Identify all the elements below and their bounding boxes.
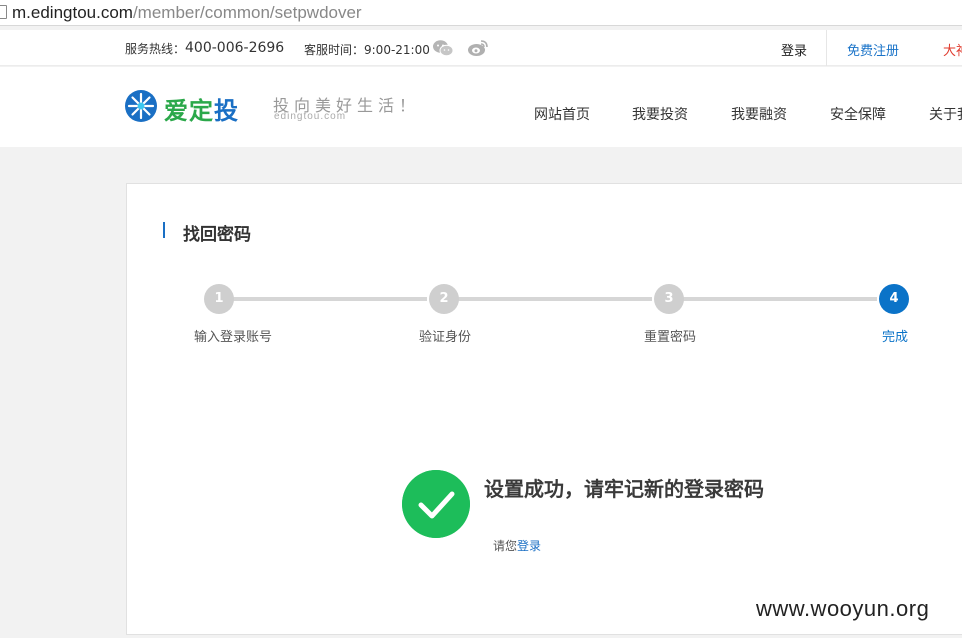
topbar-more-link[interactable]: 大神 <box>943 40 962 59</box>
step-connector <box>677 297 877 301</box>
site-header: 爱定投 投向美好生活！ edingtou.com 网站首页 我要投资 我要融资 … <box>0 67 962 147</box>
nav-home[interactable]: 网站首页 <box>534 104 590 124</box>
browser-url-bar[interactable]: m.edingtou.com/member/common/setpwdover <box>0 0 962 26</box>
service-hours: 客服时间：9:00-21:00 <box>304 43 430 57</box>
step-4-circle: 4 <box>879 284 909 314</box>
url-host: m.edingtou.com <box>12 3 133 22</box>
success-message: 设置成功，请牢记新的登录密码 <box>484 477 764 501</box>
wechat-icon[interactable] <box>432 39 454 57</box>
step-connector <box>452 297 652 301</box>
url-text[interactable]: m.edingtou.com/member/common/setpwdover <box>12 3 362 23</box>
nav-invest[interactable]: 我要投资 <box>632 104 688 124</box>
step-3-circle: 3 <box>654 284 684 314</box>
hotline-label: 服务热线： <box>125 42 186 56</box>
hotline-number: 400-006-2696 <box>185 40 285 56</box>
step-connector <box>227 297 427 301</box>
login-link[interactable]: 登录 <box>781 40 807 59</box>
url-path: /member/common/setpwdover <box>132 3 362 22</box>
page-title: 找回密码 <box>183 225 251 245</box>
weibo-icon[interactable] <box>467 39 489 57</box>
step-1-circle: 1 <box>204 284 234 314</box>
slogan-domain: edingtou.com <box>274 111 347 122</box>
logo-text-part1: 爱定 <box>164 97 214 125</box>
hotline: 服务热线：400-006-2696 <box>125 40 284 57</box>
step-3-label: 重置密码 <box>644 330 697 345</box>
nav-about[interactable]: 关于我们 <box>929 104 962 124</box>
nav-security[interactable]: 安全保障 <box>830 104 886 124</box>
login-hint-link[interactable]: 登录 <box>517 539 541 553</box>
login-hint-prefix: 请您 <box>493 539 518 553</box>
step-2-circle: 2 <box>429 284 459 314</box>
watermark-text: www.wooyun.org <box>756 596 930 621</box>
step-1-label: 输入登录账号 <box>194 330 273 345</box>
password-reset-card: 找回密码 1 2 3 4 输入登录账号 验证身份 重置密码 完成 设置成功，请牢… <box>126 183 962 635</box>
step-4-label: 完成 <box>882 330 909 345</box>
page-icon <box>0 5 7 19</box>
logo-text-part2: 投 <box>214 97 239 125</box>
register-link[interactable]: 免费注册 <box>847 40 899 59</box>
topbar-divider <box>826 30 827 66</box>
title-accent-bar <box>163 222 165 238</box>
nav-financing[interactable]: 我要融资 <box>731 104 787 124</box>
top-info-bar: 服务热线：400-006-2696 客服时间：9:00-21:00 登录 免费注… <box>0 30 962 66</box>
logo-star-icon[interactable] <box>124 89 158 123</box>
step-2-label: 验证身份 <box>419 330 472 345</box>
success-check-icon <box>402 470 470 538</box>
login-hint: 请您登录 <box>493 537 541 554</box>
logo-text[interactable]: 爱定投 <box>164 91 239 126</box>
